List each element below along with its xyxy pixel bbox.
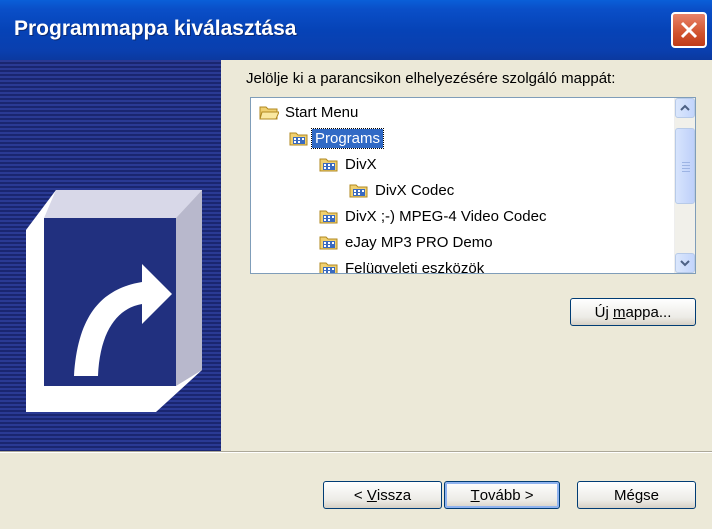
next-button[interactable]: Tovább > xyxy=(444,481,560,509)
programs-folder-icon xyxy=(319,260,339,273)
programs-folder-icon xyxy=(289,130,309,146)
new-folder-button[interactable]: Új m appa... xyxy=(570,298,696,326)
programs-folder-icon xyxy=(319,208,339,224)
back-label-accel: V xyxy=(366,486,377,504)
open-folder-icon xyxy=(259,104,280,120)
new-folder-label-end: appa... xyxy=(625,303,672,321)
back-button[interactable]: < Vissza xyxy=(323,481,442,509)
folder-tree[interactable]: Start Menu Programs DivX DivX Codec DivX… xyxy=(250,97,696,274)
tree-item[interactable]: Programs xyxy=(289,127,385,149)
tree-item[interactable]: DivX Codec xyxy=(349,179,457,201)
programs-folder-icon xyxy=(349,182,369,198)
vertical-scrollbar[interactable] xyxy=(674,98,695,273)
close-icon xyxy=(680,21,698,39)
scrollbar-thumb[interactable] xyxy=(675,128,695,204)
close-button[interactable] xyxy=(671,12,707,48)
tree-item-label: DivX xyxy=(345,155,377,173)
tree-item[interactable]: Felügyeleti eszközök xyxy=(319,257,487,274)
back-label-end: issza xyxy=(376,486,412,504)
tree-item-label: Felügyeleti eszközök xyxy=(345,259,485,274)
programs-folder-icon xyxy=(319,156,339,172)
tree-item[interactable]: Start Menu xyxy=(259,101,361,123)
tree-item-label: eJay MP3 PRO Demo xyxy=(345,233,493,251)
window-title: Programmappa kiválasztása xyxy=(14,17,297,40)
new-folder-label-start: Új xyxy=(594,303,613,321)
next-label-end: ovább > xyxy=(479,486,534,504)
wizard-side-panel xyxy=(0,60,221,451)
tree-item[interactable]: DivX ;-) MPEG-4 Video Codec xyxy=(319,205,549,227)
tree-item-label: Start Menu xyxy=(285,103,359,121)
chevron-down-icon xyxy=(680,260,690,267)
new-folder-label-accel: m xyxy=(612,303,626,321)
cancel-label: Mégse xyxy=(613,486,660,504)
tree-item-label: Programs xyxy=(310,127,385,149)
programs-folder-icon xyxy=(319,234,339,250)
tree-item-label: DivX Codec xyxy=(375,181,455,199)
divider xyxy=(0,451,712,453)
tree-item-label: DivX ;-) MPEG-4 Video Codec xyxy=(345,207,547,225)
title-bar: Programmappa kiválasztása xyxy=(0,0,712,60)
scroll-up-button[interactable] xyxy=(675,98,695,118)
tree-item[interactable]: DivX xyxy=(319,153,380,175)
chevron-up-icon xyxy=(680,104,690,111)
tree-item[interactable]: eJay MP3 PRO Demo xyxy=(319,231,496,253)
back-label-start: < xyxy=(353,486,367,504)
next-label-accel: T xyxy=(470,486,480,504)
shortcut-arrow-icon xyxy=(26,190,202,412)
scroll-down-button[interactable] xyxy=(675,253,695,273)
instruction-text: Jelölje ki a parancsikon elhelyezésére s… xyxy=(246,70,616,87)
cancel-button[interactable]: Mégse xyxy=(577,481,696,509)
